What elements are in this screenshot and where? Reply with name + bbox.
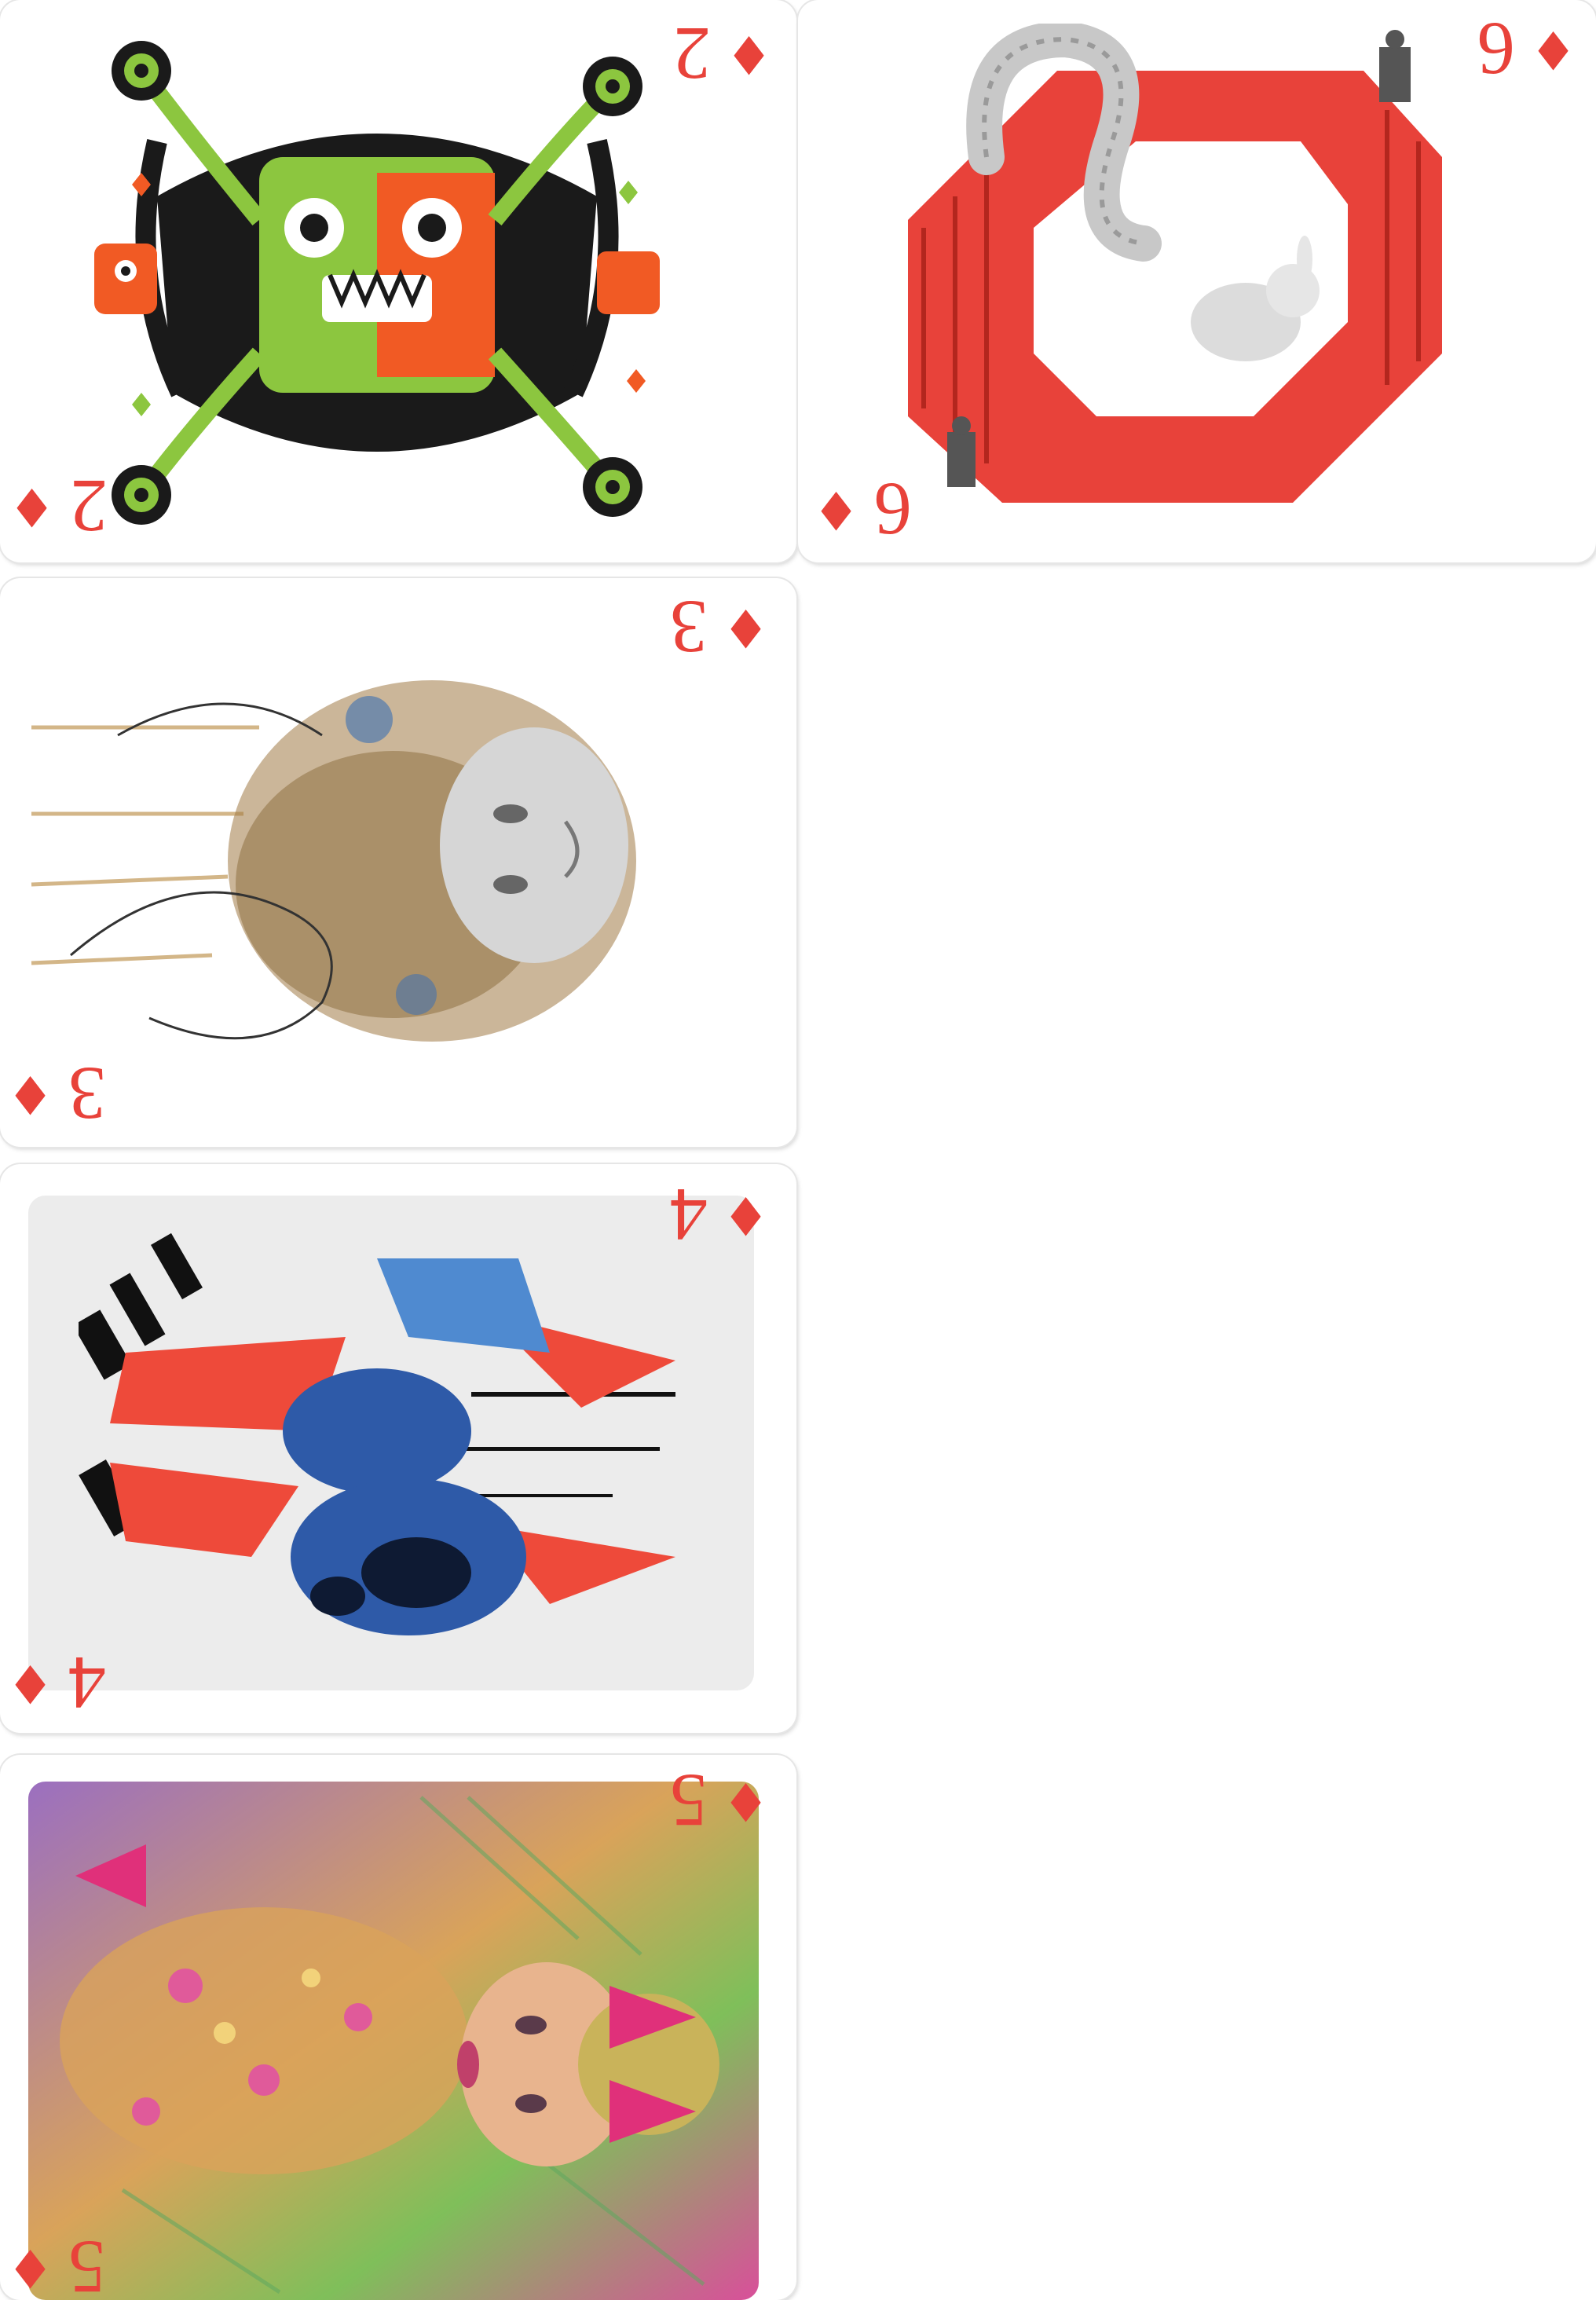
floral-portrait-illustration bbox=[28, 1782, 759, 2300]
rank-index-bottom-left: 2 ♦ bbox=[8, 464, 108, 548]
rank-label: 3 bbox=[68, 1052, 106, 1136]
rank-index-top-right: ♦ 3 bbox=[670, 585, 770, 669]
ink-portrait-illustration bbox=[31, 680, 636, 1042]
card-two-of-diamonds: ♦ 2 2 ♦ bbox=[0, 0, 796, 562]
rank-label: 2 bbox=[673, 12, 712, 96]
diamond-icon: ♦ bbox=[722, 596, 770, 658]
rank-label: 4 bbox=[670, 1173, 708, 1257]
diamond-icon: ♦ bbox=[8, 475, 56, 537]
rank-index-top-right: ♦ 6 bbox=[1477, 7, 1577, 91]
diamond-icon: ♦ bbox=[6, 2236, 54, 2298]
card-five-of-diamonds: ♦ 5 5 ♦ bbox=[0, 1755, 796, 2300]
card-three-of-diamonds: ♦ 3 3 ♦ bbox=[0, 578, 796, 1147]
rank-index-bottom-left: 5 ♦ bbox=[6, 2225, 106, 2300]
rank-index-top-right: ♦ 4 bbox=[670, 1173, 770, 1257]
card-six-of-diamonds: ♦ 6 6 ♦ bbox=[798, 0, 1596, 562]
rank-label: 2 bbox=[69, 464, 108, 548]
rank-index-top-right: ♦ 5 bbox=[670, 1759, 770, 1843]
rank-label: 6 bbox=[1477, 7, 1516, 91]
rank-label: 5 bbox=[670, 1759, 708, 1843]
diamond-icon: ♦ bbox=[722, 1770, 770, 1832]
rank-index-top-right: ♦ 2 bbox=[673, 12, 773, 96]
rank-label: 5 bbox=[68, 2225, 106, 2300]
rank-index-bottom-left: 6 ♦ bbox=[812, 467, 912, 551]
diamond-icon: ♦ bbox=[6, 1652, 54, 1714]
rank-index-bottom-left: 3 ♦ bbox=[6, 1052, 106, 1136]
diamond-icon: ♦ bbox=[812, 478, 860, 540]
abstract-shards-illustration bbox=[79, 1232, 675, 1635]
diamond-icon: ♦ bbox=[722, 1184, 770, 1246]
rank-label: 6 bbox=[873, 467, 912, 551]
card-four-of-diamonds: ♦ 4 4 ♦ bbox=[0, 1164, 796, 1733]
rank-label: 4 bbox=[68, 1641, 106, 1725]
monster-illustration bbox=[94, 41, 660, 525]
diamond-icon: ♦ bbox=[6, 1063, 54, 1125]
diamond-icon: ♦ bbox=[725, 23, 773, 85]
rank-label: 3 bbox=[670, 585, 708, 669]
impossible-staircase-illustration bbox=[908, 24, 1442, 503]
rank-index-bottom-left: 4 ♦ bbox=[6, 1641, 106, 1725]
diamond-icon: ♦ bbox=[1529, 18, 1577, 80]
